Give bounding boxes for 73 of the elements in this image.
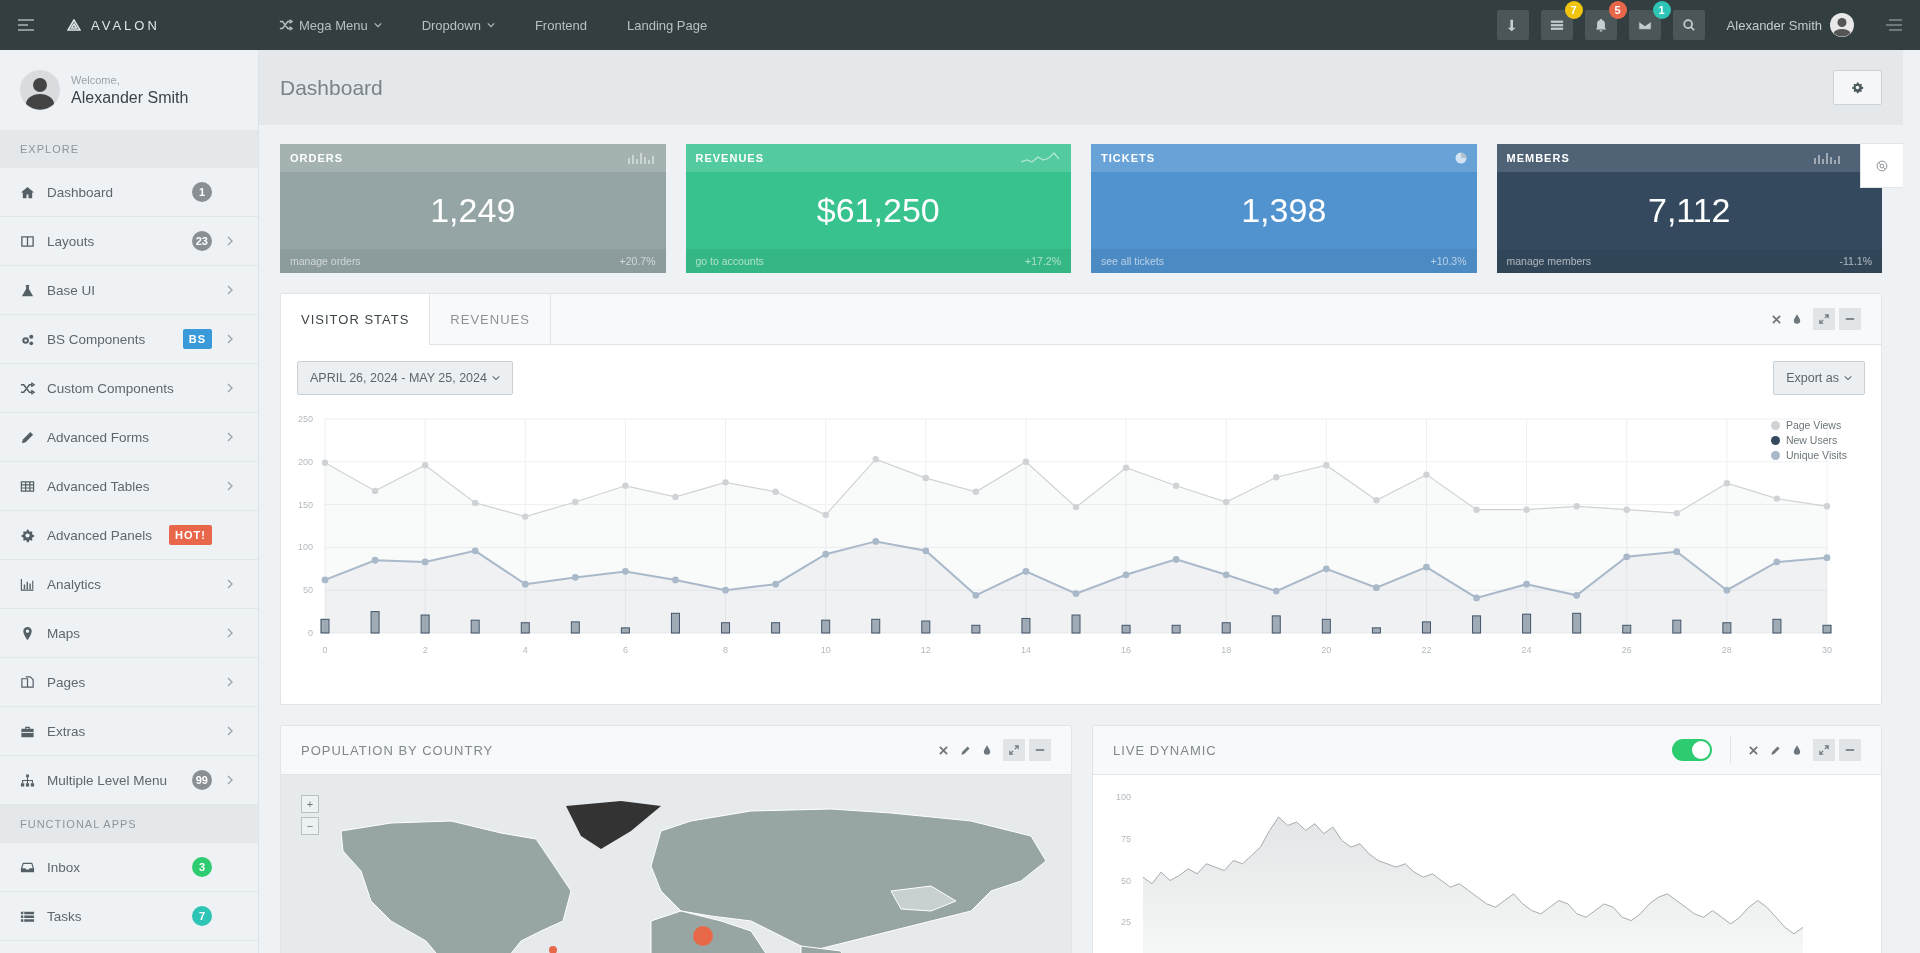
count-badge: 23 [191, 231, 212, 251]
axis-label: 50 [1121, 875, 1131, 886]
menu-label: Advanced Panels [47, 527, 154, 543]
stat-value: 1,398 [1240, 190, 1328, 231]
stat-value: 7,112 [1646, 190, 1732, 231]
axis-label: 0 [322, 645, 328, 655]
menu-label: BS Components [47, 331, 147, 347]
menu-label: Base UI [47, 282, 97, 298]
axis-label: 6 [622, 645, 628, 655]
legend-label: Unique Visits [1785, 449, 1847, 461]
legend-label: Page Views [1785, 419, 1842, 431]
axis-label: 16 [1121, 645, 1132, 655]
menu-label: Analytics [47, 576, 103, 592]
axis-label: 0 [308, 628, 313, 638]
stat-value: $61,250 [815, 190, 941, 231]
card-title: TICKETS [1101, 152, 1156, 164]
count-badge: 7 [1564, 1, 1583, 19]
menu-label: Maps [47, 625, 81, 641]
count-badge: 1 [192, 182, 212, 202]
card-title: REVENUES [695, 152, 765, 164]
menu-label: Multiple Level Menu [47, 772, 169, 788]
menu-label: Advanced Tables [47, 478, 151, 494]
count-badge: 7 [192, 906, 212, 926]
axis-label: 100 [297, 542, 313, 553]
legend-label: New Users [1785, 434, 1838, 446]
axis-label: 100 [1115, 792, 1131, 802]
axis-label: 24 [1521, 645, 1532, 655]
user-name: Alexander Smith [71, 88, 189, 107]
axis-label: 8 [723, 645, 729, 655]
axis-label: 200 [297, 456, 313, 467]
section-header: EXPLORE [0, 130, 258, 168]
menu-label: Inbox [47, 859, 82, 875]
axis-label: 2 [422, 645, 428, 655]
count-badge: 5 [1608, 1, 1627, 19]
axis-label: 26 [1621, 645, 1632, 655]
axis-label: 10 [820, 645, 831, 655]
count-badge: 3 [192, 857, 212, 877]
card-title: MEMBERS [1506, 152, 1570, 164]
axis-label: 20 [1321, 645, 1332, 655]
count-badge: HOT! [169, 525, 212, 545]
menu-label: Tasks [47, 908, 83, 924]
axis-label: 50 [303, 585, 313, 596]
axis-label: 30 [1822, 645, 1832, 655]
page-title: Dashboard [280, 75, 383, 100]
change-percent: +17.2% [1025, 255, 1061, 267]
axis-label: 14 [1020, 645, 1031, 655]
welcome-text: Welcome, [71, 73, 121, 86]
axis-label: 4 [522, 645, 528, 655]
change-percent: +10.3% [1430, 255, 1467, 267]
menu-label: Layouts [47, 233, 96, 249]
menu-label: Extras [47, 723, 87, 739]
axis-label: 150 [297, 499, 313, 510]
panel-title: LIVE DYNAMIC [1113, 742, 1217, 758]
section-header: FUNCTIONAL APPS [0, 805, 258, 843]
count-badge: 99 [191, 770, 212, 790]
panel-title: POPULATION BY COUNTRY [301, 742, 494, 758]
axis-label: 12 [920, 645, 931, 655]
menu-label: Dashboard [47, 184, 115, 200]
axis-label: 28 [1721, 645, 1732, 655]
axis-label: 250 [297, 414, 313, 424]
menu-label: Advanced Forms [47, 429, 151, 445]
change-percent: +20.7% [619, 255, 656, 267]
menu-label: Custom Components [47, 380, 175, 396]
axis-label: 18 [1221, 645, 1232, 655]
axis-label: 22 [1421, 645, 1432, 655]
axis-label: 75 [1121, 833, 1131, 844]
card-title: ORDERS [290, 152, 344, 164]
count-badge: BS [182, 329, 212, 349]
change-percent: -11.1% [1839, 255, 1872, 267]
count-badge: 1 [1652, 1, 1671, 19]
menu-label: Pages [47, 674, 87, 690]
axis-label: 25 [1121, 917, 1131, 928]
stat-value: 1,249 [429, 190, 517, 231]
